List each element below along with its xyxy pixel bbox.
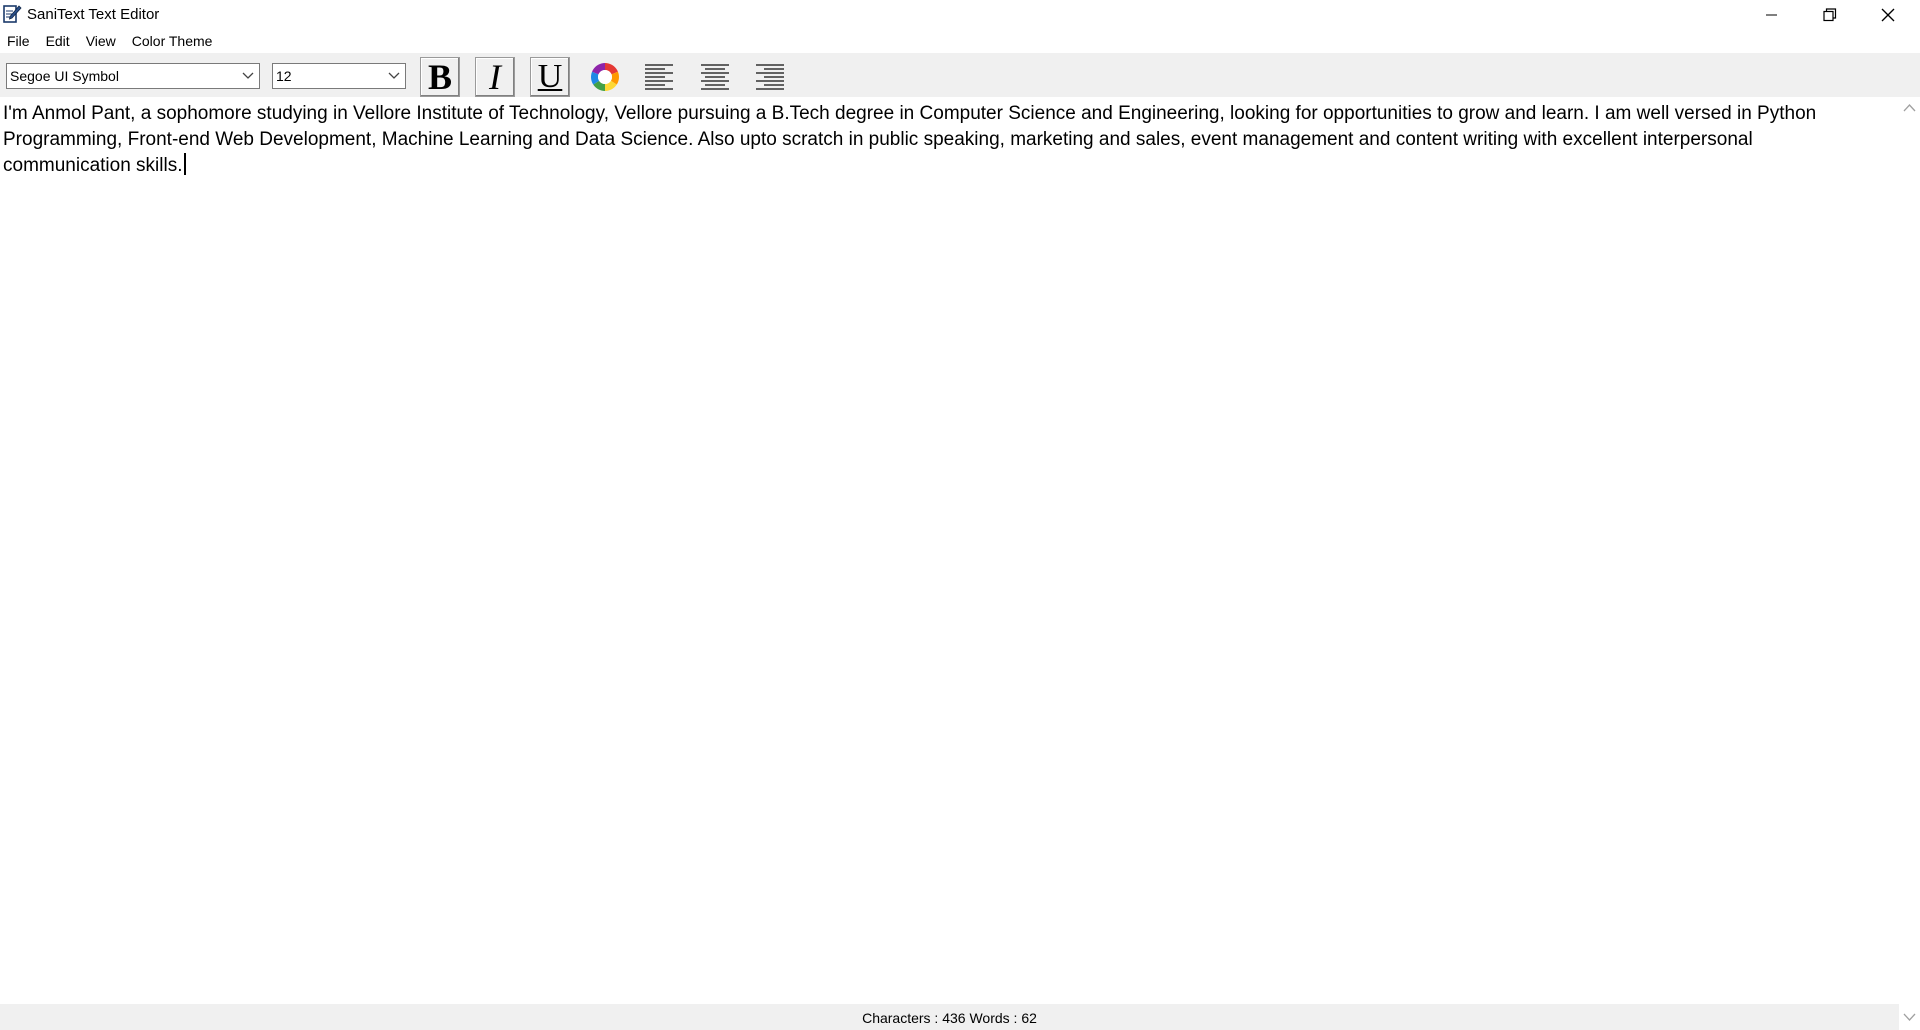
align-right-icon (756, 64, 784, 90)
vertical-scrollbar[interactable] (1899, 97, 1920, 1030)
font-family-select[interactable]: Segoe UI Symbol (6, 63, 260, 89)
text-editor-area[interactable]: I'm Anmol Pant, a sophomore studying in … (1, 97, 1899, 1004)
italic-button[interactable]: I (475, 57, 515, 97)
restore-icon (1823, 8, 1837, 22)
menu-file[interactable]: File (0, 30, 38, 53)
title-bar[interactable]: SaniText Text Editor (0, 0, 1920, 30)
align-left-button[interactable] (639, 57, 679, 97)
minimize-button[interactable] (1743, 0, 1801, 30)
underline-button[interactable]: U (530, 57, 570, 97)
minimize-icon (1766, 14, 1777, 16)
menu-bar: File Edit View Color Theme (0, 30, 1920, 53)
color-wheel-icon (590, 63, 619, 91)
close-button[interactable] (1859, 0, 1917, 30)
status-bar: Characters : 436 Words : 62 (0, 1004, 1899, 1030)
character-word-count: Characters : 436 Words : 62 (862, 1010, 1037, 1026)
scroll-up-arrow-icon[interactable] (1903, 103, 1916, 113)
font-size-select[interactable]: 12 (272, 63, 406, 89)
menu-color-theme[interactable]: Color Theme (124, 30, 221, 53)
editor-content[interactable]: I'm Anmol Pant, a sophomore studying in … (3, 101, 1883, 179)
text-color-button[interactable] (585, 57, 625, 97)
document-text: I'm Anmol Pant, a sophomore studying in … (3, 103, 1822, 176)
maximize-button[interactable] (1801, 0, 1859, 30)
menu-view[interactable]: View (78, 30, 124, 53)
window-title: SaniText Text Editor (27, 6, 160, 23)
align-center-button[interactable] (695, 57, 735, 97)
align-left-icon (645, 64, 673, 90)
align-right-button[interactable] (750, 57, 790, 97)
italic-glyph: I (489, 57, 501, 97)
bold-button[interactable]: B (420, 57, 460, 97)
font-size-value: 12 (276, 68, 292, 84)
chevron-down-icon[interactable] (242, 71, 254, 81)
formatting-toolbar: Segoe UI Symbol 12 B I U (0, 53, 1920, 97)
font-family-value: Segoe UI Symbol (10, 68, 119, 84)
notepad-pen-icon (3, 5, 22, 23)
align-center-icon (701, 64, 729, 90)
chevron-down-icon[interactable] (388, 71, 400, 81)
bold-glyph: B (427, 57, 452, 97)
scroll-down-arrow-icon[interactable] (1903, 1012, 1916, 1022)
underline-glyph: U (537, 58, 563, 95)
menu-edit[interactable]: Edit (38, 30, 78, 53)
text-caret (183, 153, 186, 175)
close-icon (1881, 8, 1895, 22)
